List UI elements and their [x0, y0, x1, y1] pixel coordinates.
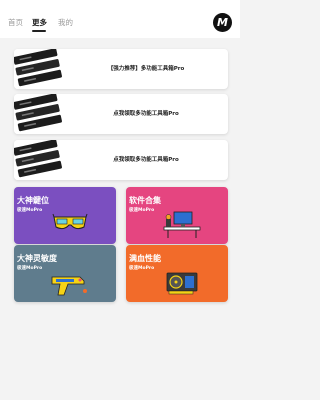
banner-label: 点我領取多功能工具箱Pro	[113, 157, 179, 163]
tab-more[interactable]: 更多	[32, 17, 47, 28]
banner-get-toolbox-2[interactable]: 点我領取多功能工具箱Pro	[14, 140, 228, 180]
graphics-card-icon	[166, 272, 198, 295]
gun-icon	[51, 276, 87, 296]
card-key-layout[interactable]: 大神鍵位 极速MoPro	[14, 187, 116, 244]
top-navigation-bar: 首页 更多 我的 M	[0, 0, 240, 38]
app-logo[interactable]: M	[213, 13, 232, 32]
banner-label: 点我領取多功能工具箱Pro	[113, 111, 179, 117]
tab-home[interactable]: 首页	[8, 17, 23, 28]
card-title: 满血性能	[129, 254, 161, 263]
banner-label: 【强力推荐】多功能工具箱Pro	[107, 66, 185, 72]
card-subtitle: 极速MoPro	[129, 208, 155, 213]
card-subtitle: 极速MoPro	[17, 208, 43, 213]
card-subtitle: 极速MoPro	[17, 266, 43, 271]
banner-get-toolbox-1[interactable]: 点我領取多功能工具箱Pro	[14, 94, 228, 134]
card-full-performance[interactable]: 满血性能 极速MoPro	[126, 245, 228, 302]
card-title: 软件合集	[129, 196, 161, 205]
glasses-icon	[52, 213, 88, 230]
desk-computer-icon	[163, 211, 201, 238]
card-subtitle: 极速MoPro	[129, 266, 155, 271]
active-tab-indicator	[32, 30, 46, 32]
banner-recommend[interactable]: 【强力推荐】多功能工具箱Pro	[14, 49, 228, 89]
phones-image	[14, 140, 64, 180]
card-software-collection[interactable]: 软件合集 极速MoPro	[126, 187, 228, 244]
card-title: 大神灵敏度	[17, 254, 57, 263]
tab-mine[interactable]: 我的	[58, 17, 73, 28]
phones-image	[14, 94, 64, 134]
card-title: 大神鍵位	[17, 196, 49, 205]
card-sensitivity[interactable]: 大神灵敏度 极速MoPro	[14, 245, 116, 302]
phones-image	[14, 49, 64, 89]
